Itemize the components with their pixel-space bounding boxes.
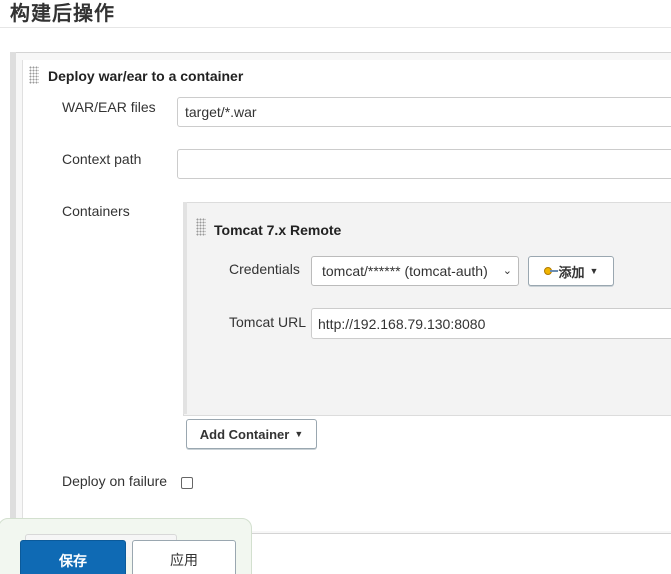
key-icon	[543, 267, 558, 275]
war-ear-label: WAR/EAR files	[62, 99, 156, 115]
container-panel-edge	[183, 202, 187, 414]
apply-button[interactable]: 应用	[132, 540, 236, 574]
caret-down-icon: ▼	[294, 429, 304, 439]
save-button[interactable]: 保存	[20, 540, 126, 574]
container-title: Tomcat 7.x Remote	[214, 222, 342, 238]
page: 构建后操作 Deploy war/ear to a container WAR/…	[0, 0, 671, 574]
context-path-label: Context path	[62, 151, 142, 167]
credentials-label: Credentials	[229, 261, 300, 277]
context-path-input[interactable]	[177, 149, 671, 179]
deploy-on-failure-label: Deploy on failure	[62, 473, 168, 489]
chevron-down-icon: ⌄	[502, 265, 512, 277]
add-container-button[interactable]: Add Container ▼	[186, 419, 317, 449]
drag-handle-icon[interactable]	[29, 66, 39, 84]
tomcat-url-label: Tomcat URL	[229, 314, 307, 330]
add-credentials-label: 添加	[558, 264, 585, 280]
deploy-on-failure-checkbox[interactable]	[181, 477, 193, 489]
credentials-select[interactable]: tomcat/****** (tomcat-auth) ⌄	[311, 256, 519, 286]
add-container-label: Add Container	[199, 426, 290, 442]
containers-label: Containers	[62, 203, 130, 219]
step-title: Deploy war/ear to a container	[48, 68, 244, 84]
section-title: 构建后操作	[10, 3, 115, 25]
drag-handle-icon[interactable]	[196, 218, 206, 236]
tomcat-url-input[interactable]	[311, 308, 671, 339]
war-ear-input[interactable]	[177, 97, 671, 127]
build-step-panel-edge	[10, 52, 16, 532]
section-divider	[0, 27, 671, 28]
caret-down-icon: ▼	[589, 266, 599, 276]
credentials-selected-value: tomcat/****** (tomcat-auth)	[322, 263, 488, 279]
add-credentials-button[interactable]: 添加 ▼	[528, 256, 614, 286]
